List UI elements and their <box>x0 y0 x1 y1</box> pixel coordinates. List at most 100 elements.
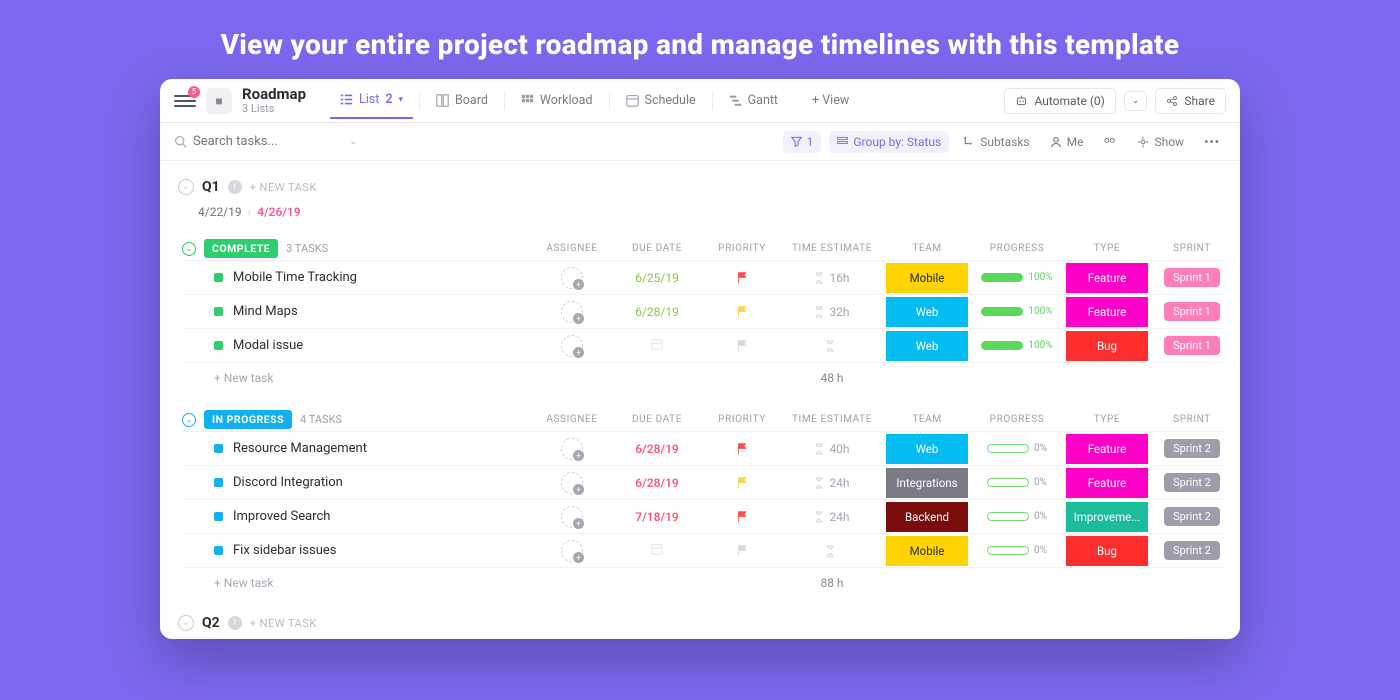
time-estimate[interactable]: 24h <box>782 476 882 490</box>
add-view-button[interactable]: + View <box>802 85 859 116</box>
task-row[interactable]: Mobile Time Tracking 6/25/19 16h Mobile … <box>182 260 1226 294</box>
task-row[interactable]: Fix sidebar issues Mobile 0% Bug Sprint … <box>182 533 1226 567</box>
tab-list[interactable]: List 2 ▾ <box>330 84 413 119</box>
collapse-toggle[interactable]: ⌄ <box>178 615 194 631</box>
type-tag[interactable]: Bug <box>1066 536 1148 566</box>
add-assignee-button[interactable] <box>561 267 583 289</box>
add-assignee-button[interactable] <box>561 506 583 528</box>
more-button[interactable]: ••• <box>1198 131 1226 153</box>
show-button[interactable]: Show <box>1131 131 1190 153</box>
type-tag[interactable]: Improveme... <box>1066 502 1148 532</box>
task-row[interactable]: Discord Integration 6/28/19 24h Integrat… <box>182 465 1226 499</box>
due-date[interactable]: 6/25/19 <box>612 271 702 285</box>
sprint-tag[interactable]: Sprint 1 <box>1164 268 1220 287</box>
progress-cell[interactable]: 0% <box>972 443 1062 454</box>
priority-cell[interactable] <box>702 442 782 455</box>
info-icon[interactable]: i <box>228 616 242 630</box>
time-estimate[interactable]: 32h <box>782 305 882 319</box>
sprint-tag[interactable]: Sprint 2 <box>1164 507 1220 526</box>
collapse-toggle[interactable]: ⌄ <box>178 179 194 195</box>
priority-cell[interactable] <box>702 476 782 489</box>
new-task-button[interactable]: + New task <box>182 576 532 590</box>
new-task-button[interactable]: + NEW TASK <box>250 617 317 630</box>
sprint-tag[interactable]: Sprint 1 <box>1164 302 1220 321</box>
type-tag[interactable]: Feature <box>1066 263 1148 293</box>
status-square <box>214 444 223 453</box>
type-tag[interactable]: Bug <box>1066 331 1148 361</box>
type-tag[interactable]: Feature <box>1066 468 1148 498</box>
team-tag[interactable]: Web <box>886 331 968 361</box>
subtasks-toggle[interactable]: Subtasks <box>957 131 1035 153</box>
col-sprint: SPRINT <box>1152 243 1232 254</box>
sprint-tag[interactable]: Sprint 2 <box>1164 439 1220 458</box>
me-filter[interactable]: Me <box>1044 131 1090 153</box>
time-estimate[interactable] <box>782 340 882 352</box>
priority-cell[interactable] <box>702 510 782 523</box>
team-tag[interactable]: Mobile <box>886 536 968 566</box>
new-task-button[interactable]: + NEW TASK <box>250 181 317 194</box>
filter-icon <box>791 136 802 147</box>
task-row[interactable]: Improved Search 7/18/19 24h Backend 0% I… <box>182 499 1226 533</box>
priority-cell[interactable] <box>702 339 782 352</box>
team-tag[interactable]: Mobile <box>886 263 968 293</box>
tab-board[interactable]: Board <box>426 85 498 116</box>
type-tag[interactable]: Feature <box>1066 434 1148 464</box>
task-row[interactable]: Mind Maps 6/28/19 32h Web 100% Feature S… <box>182 294 1226 328</box>
due-date[interactable] <box>612 337 702 354</box>
add-assignee-button[interactable] <box>561 438 583 460</box>
info-icon[interactable]: i <box>228 180 242 194</box>
new-task-button[interactable]: + New task <box>182 371 532 385</box>
team-tag[interactable]: Backend <box>886 502 968 532</box>
progress-cell[interactable]: 0% <box>972 545 1062 556</box>
automate-dropdown[interactable]: ⌄ <box>1124 91 1148 111</box>
quarter-title: Q2 <box>202 615 220 631</box>
add-assignee-button[interactable] <box>561 335 583 357</box>
time-estimate[interactable]: 40h <box>782 442 882 456</box>
search-input[interactable] <box>193 134 343 149</box>
add-assignee-button[interactable] <box>561 540 583 562</box>
tab-gantt[interactable]: Gantt <box>719 85 788 116</box>
tab-schedule[interactable]: Schedule <box>616 85 706 116</box>
type-tag[interactable]: Feature <box>1066 297 1148 327</box>
filter-button[interactable]: 1 <box>783 131 822 153</box>
priority-cell[interactable] <box>702 544 782 557</box>
due-date[interactable]: 6/28/19 <box>612 476 702 490</box>
priority-cell[interactable] <box>702 305 782 318</box>
team-tag[interactable]: Web <box>886 297 968 327</box>
collapse-toggle[interactable]: ⌄ <box>182 413 196 427</box>
gear-icon <box>1137 136 1149 148</box>
tab-workload[interactable]: Workload <box>511 85 603 116</box>
priority-cell[interactable] <box>702 271 782 284</box>
sprint-tag[interactable]: Sprint 2 <box>1164 541 1220 560</box>
due-date[interactable]: 7/18/19 <box>612 510 702 524</box>
sprint-tag[interactable]: Sprint 1 <box>1164 336 1220 355</box>
progress-cell[interactable]: 100% <box>972 272 1062 283</box>
time-estimate[interactable]: 24h <box>782 510 882 524</box>
sprint-tag[interactable]: Sprint 2 <box>1164 473 1220 492</box>
team-tag[interactable]: Web <box>886 434 968 464</box>
progress-cell[interactable]: 100% <box>972 306 1062 317</box>
menu-button[interactable]: 5 <box>174 90 196 112</box>
progress-cell[interactable]: 0% <box>972 511 1062 522</box>
due-date[interactable]: 6/28/19 <box>612 305 702 319</box>
team-tag[interactable]: Integrations <box>886 468 968 498</box>
task-row[interactable]: Resource Management 6/28/19 40h Web 0% F… <box>182 431 1226 465</box>
collapse-toggle[interactable]: ⌄ <box>182 242 196 256</box>
task-count: 4 TASKS <box>300 413 342 426</box>
time-estimate[interactable]: 16h <box>782 271 882 285</box>
automate-button[interactable]: Automate (0) <box>1004 88 1115 114</box>
group-inprogress: ⌄ IN PROGRESS 4 TASKS ASSIGNEE DUE DATE … <box>182 404 1226 597</box>
add-assignee-button[interactable] <box>561 301 583 323</box>
progress-cell[interactable]: 0% <box>972 477 1062 488</box>
add-assignee-button[interactable] <box>561 472 583 494</box>
time-estimate[interactable] <box>782 545 882 557</box>
share-button[interactable]: Share <box>1155 88 1226 114</box>
due-date[interactable]: 6/28/19 <box>612 442 702 456</box>
task-row[interactable]: Modal issue Web 100% Bug Sprint 1 <box>182 328 1226 362</box>
groupby-button[interactable]: Group by: Status <box>829 131 949 153</box>
chevron-down-icon[interactable]: ⌄ <box>349 136 357 147</box>
assignees-filter[interactable] <box>1097 132 1123 152</box>
board-icon <box>436 94 449 107</box>
progress-cell[interactable]: 100% <box>972 340 1062 351</box>
due-date[interactable] <box>612 542 702 559</box>
